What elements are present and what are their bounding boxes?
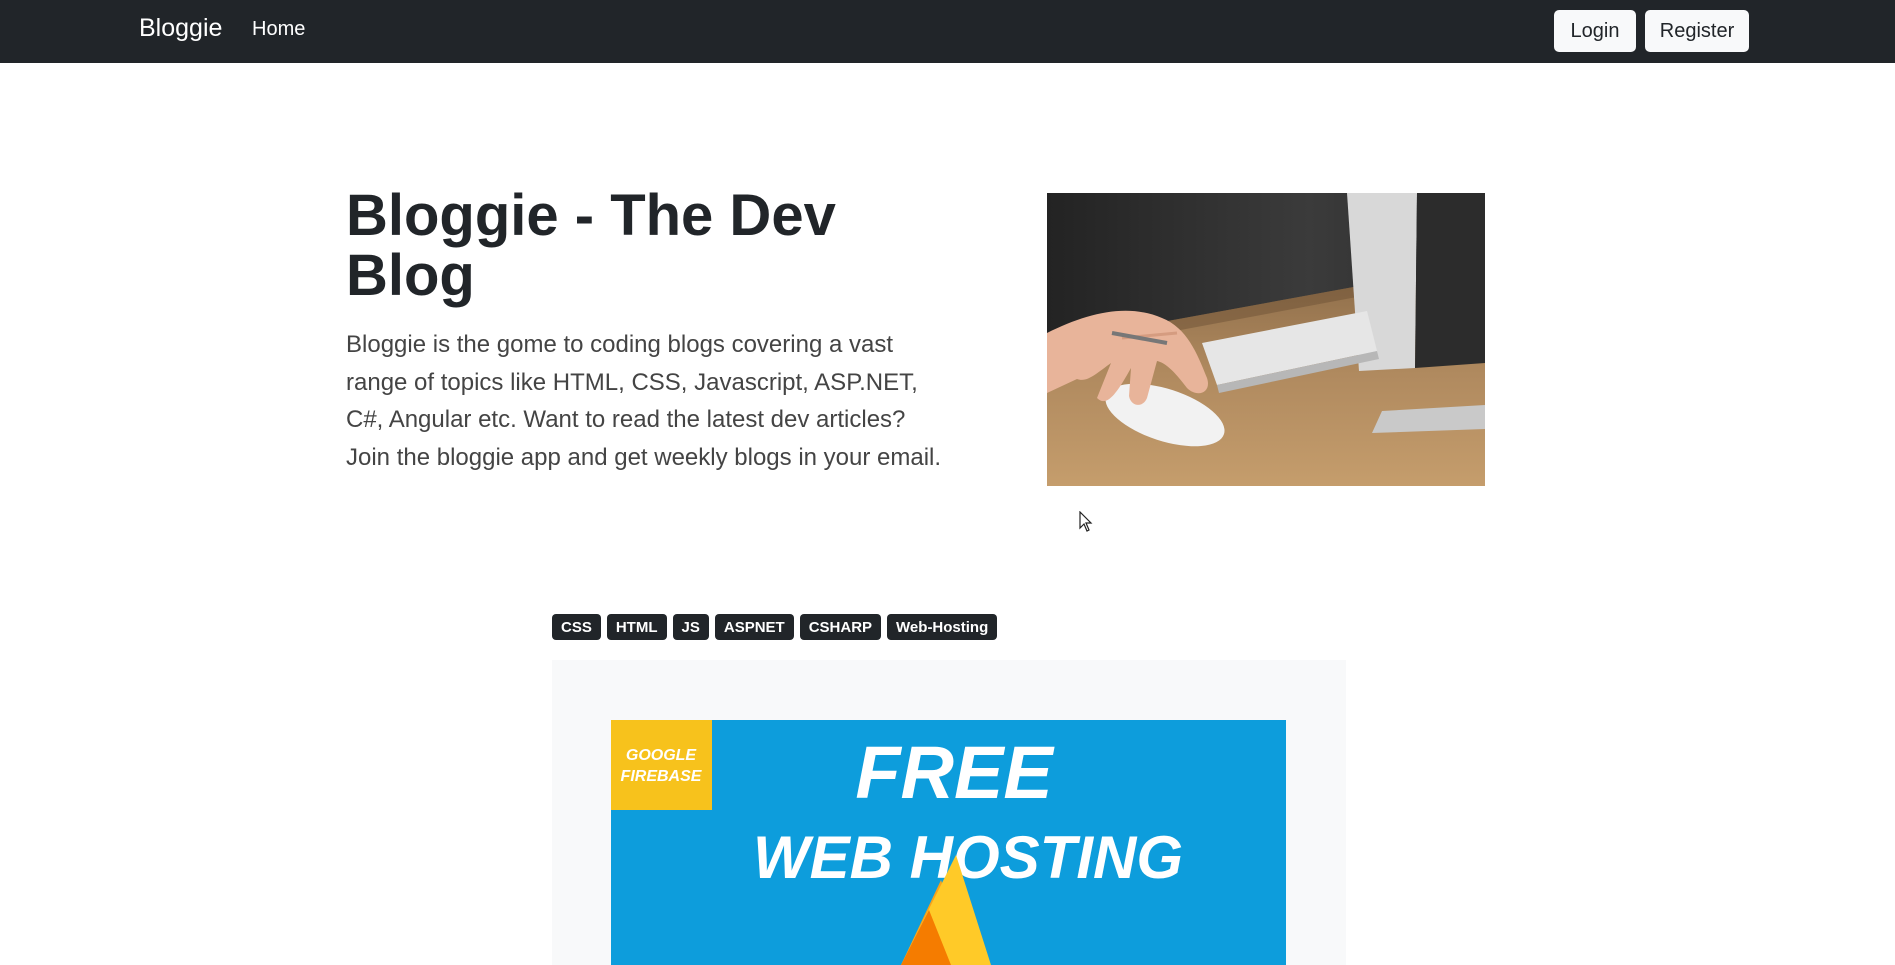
nav-home-link[interactable]: Home [252,18,305,41]
tag-aspnet[interactable]: ASPNET [714,614,794,640]
navbar: Bloggie Home Login Register [0,0,1895,63]
mouse-pointer-icon [1079,511,1093,532]
hero-title: Bloggie - The Dev Blog [346,183,836,308]
tag-csharp[interactable]: CSHARP [799,614,882,640]
register-button[interactable]: Register [1645,10,1749,52]
hero-image [1047,193,1485,486]
tag-css[interactable]: CSS [552,614,601,640]
badge-line2: FIREBASE [621,768,703,785]
banner-headline-free: FREE [855,731,1055,814]
tag-web-hosting[interactable]: Web-Hosting [887,614,998,640]
firebase-badge [611,720,712,810]
tag-list: CSS HTML JS ASPNET CSHARP Web-Hosting [552,614,998,640]
badge-line1: GOOGLE [626,747,698,764]
brand-link[interactable]: Bloggie [139,14,222,43]
tag-html[interactable]: HTML [606,614,667,640]
hero-description: Bloggie is the gome to coding blogs cove… [346,331,942,471]
tag-js[interactable]: JS [672,614,709,640]
featured-image[interactable]: GOOGLE FIREBASE FREE WEB HOSTING [611,720,1286,965]
banner-headline-hosting: WEB HOSTING [753,824,1183,891]
login-button[interactable]: Login [1554,10,1636,52]
